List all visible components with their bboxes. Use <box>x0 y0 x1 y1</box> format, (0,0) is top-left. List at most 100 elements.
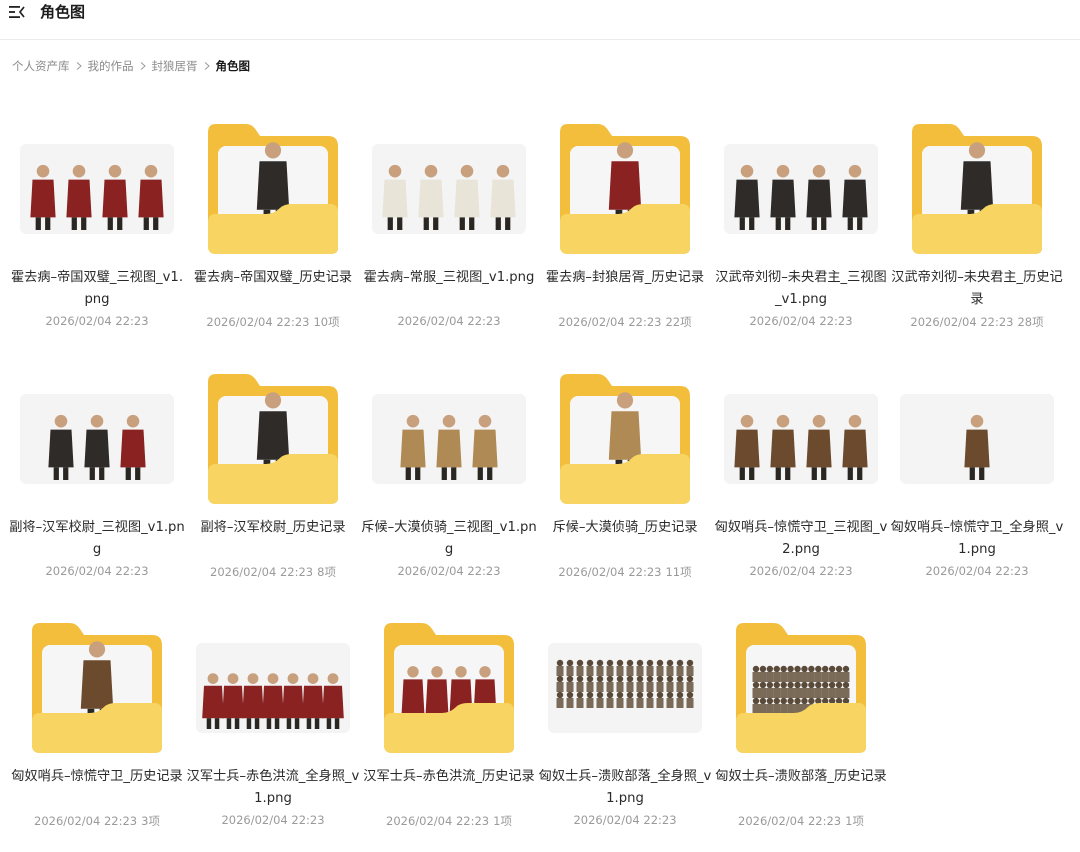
item-date: 2026/02/04 22:23 <box>910 315 1014 329</box>
item-name: 匈奴士兵–溃败部落_历史记录 <box>715 769 887 784</box>
item-date: 2026/02/04 22:23 <box>749 564 853 578</box>
item-meta: 2026/02/04 22:23 8项 <box>185 564 361 580</box>
item-meta: 2026/02/04 22:23 11项 <box>537 564 713 580</box>
item-date: 2026/02/04 22:23 <box>206 315 310 329</box>
item-date: 2026/02/04 22:23 <box>45 314 149 328</box>
item-count: 3项 <box>141 814 160 828</box>
asset-grid: 霍去病–帝国双璧_三视图_v1.png 2026/02/04 22:23 霍去病–帝… <box>0 0 1080 852</box>
item-name: 霍去病–常服_三视图_v1.png <box>363 270 535 285</box>
item-name: 斥候–大漠侦骑_三视图_v1.png <box>361 520 537 557</box>
character-image <box>372 144 526 234</box>
image-thumbnail <box>546 621 704 755</box>
item-date: 2026/02/04 22:23 <box>210 565 314 579</box>
folder-thumbnail <box>546 122 704 256</box>
image-tile[interactable]: 霍去病–常服_三视图_v1.png 2026/02/04 22:23 <box>361 102 537 332</box>
folder-tile[interactable]: 匈奴士兵–溃败部落_历史记录 2026/02/04 22:23 1项 <box>713 601 889 831</box>
image-thumbnail <box>722 122 880 256</box>
item-name: 霍去病–帝国双璧_三视图_v1.png <box>10 270 184 307</box>
item-count: 1项 <box>845 814 864 828</box>
item-date: 2026/02/04 22:23 <box>34 814 138 828</box>
item-date: 2026/02/04 22:23 <box>221 813 325 827</box>
item-name: 汉武帝刘彻–未央君主_历史记录 <box>891 270 1063 307</box>
item-date: 2026/02/04 22:23 <box>558 315 662 329</box>
image-tile[interactable]: 汉武帝刘彻–未央君主_三视图_v1.png 2026/02/04 22:23 <box>713 102 889 332</box>
folder-thumbnail <box>370 621 528 755</box>
folder-thumbnail <box>194 372 352 506</box>
item-count: 28项 <box>1017 315 1044 329</box>
item-date: 2026/02/04 22:23 <box>925 564 1029 578</box>
item-meta: 2026/02/04 22:23 <box>361 564 537 578</box>
folder-icon <box>736 623 866 753</box>
item-date: 2026/02/04 22:23 <box>386 814 490 828</box>
image-thumbnail <box>722 372 880 506</box>
item-name: 匈奴哨兵–惊慌守卫_历史记录 <box>11 769 183 784</box>
item-meta: 2026/02/04 22:23 28项 <box>889 314 1065 330</box>
item-name: 汉军士兵–赤色洪流_全身照_v1.png <box>186 769 360 806</box>
image-tile[interactable]: 霍去病–帝国双璧_三视图_v1.png 2026/02/04 22:23 <box>9 102 185 332</box>
character-image <box>724 144 878 234</box>
item-date: 2026/02/04 22:23 <box>397 564 501 578</box>
item-count: 22项 <box>665 315 692 329</box>
item-name: 匈奴哨兵–惊慌守卫_三视图_v2.png <box>714 520 888 557</box>
image-tile[interactable]: 匈奴哨兵–惊慌守卫_全身照_v1.png 2026/02/04 22:23 <box>889 352 1065 582</box>
folder-tile[interactable]: 匈奴哨兵–惊慌守卫_历史记录 2026/02/04 22:23 3项 <box>9 601 185 831</box>
folder-tile[interactable]: 副将–汉军校尉_历史记录 2026/02/04 22:23 8项 <box>185 352 361 582</box>
item-name: 霍去病–封狼居胥_历史记录 <box>545 270 705 285</box>
folder-thumbnail <box>194 122 352 256</box>
item-meta: 2026/02/04 22:23 3项 <box>9 813 185 829</box>
item-date: 2026/02/04 22:23 <box>397 314 501 328</box>
character-image <box>20 144 174 234</box>
item-meta: 2026/02/04 22:23 <box>9 564 185 578</box>
item-count: 10项 <box>313 315 340 329</box>
image-thumbnail <box>370 122 528 256</box>
item-meta: 2026/02/04 22:23 1项 <box>361 813 537 829</box>
folder-tile[interactable]: 斥候–大漠侦骑_历史记录 2026/02/04 22:23 11项 <box>537 352 713 582</box>
item-meta: 2026/02/04 22:23 <box>713 314 889 328</box>
item-meta: 2026/02/04 22:23 10项 <box>185 314 361 330</box>
item-date: 2026/02/04 22:23 <box>45 564 149 578</box>
item-count: 8项 <box>317 565 336 579</box>
item-name: 汉军士兵–赤色洪流_历史记录 <box>363 769 535 784</box>
item-name: 霍去病–帝国双璧_历史记录 <box>193 270 353 285</box>
folder-icon <box>560 374 690 504</box>
item-name: 副将–汉军校尉_历史记录 <box>200 520 346 535</box>
character-image <box>900 394 1054 484</box>
character-image <box>724 394 878 484</box>
item-name: 斥候–大漠侦骑_历史记录 <box>552 520 698 535</box>
folder-icon <box>912 124 1042 254</box>
item-meta: 2026/02/04 22:23 <box>889 564 1065 578</box>
item-name: 匈奴士兵–溃败部落_全身照_v1.png <box>538 769 712 806</box>
item-meta: 2026/02/04 22:23 1项 <box>713 813 889 829</box>
image-tile[interactable]: 副将–汉军校尉_三视图_v1.png 2026/02/04 22:23 <box>9 352 185 582</box>
item-meta: 2026/02/04 22:23 <box>537 813 713 827</box>
item-name: 副将–汉军校尉_三视图_v1.png <box>9 520 185 557</box>
image-thumbnail <box>370 372 528 506</box>
folder-icon <box>384 623 514 753</box>
folder-icon <box>560 124 690 254</box>
character-image <box>372 394 526 484</box>
image-tile[interactable]: 匈奴哨兵–惊慌守卫_三视图_v2.png 2026/02/04 22:23 <box>713 352 889 582</box>
image-thumbnail <box>18 372 176 506</box>
character-image <box>20 394 174 484</box>
folder-tile[interactable]: 霍去病–帝国双璧_历史记录 2026/02/04 22:23 10项 <box>185 102 361 332</box>
folder-thumbnail <box>18 621 176 755</box>
item-date: 2026/02/04 22:23 <box>573 813 677 827</box>
item-meta: 2026/02/04 22:23 22项 <box>537 314 713 330</box>
image-tile[interactable]: 斥候–大漠侦骑_三视图_v1.png 2026/02/04 22:23 <box>361 352 537 582</box>
folder-tile[interactable]: 霍去病–封狼居胥_历史记录 2026/02/04 22:23 22项 <box>537 102 713 332</box>
character-image <box>196 643 350 733</box>
image-tile[interactable]: 匈奴士兵–溃败部落_全身照_v1.png 2026/02/04 22:23 <box>537 601 713 831</box>
item-meta: 2026/02/04 22:23 <box>185 813 361 827</box>
folder-tile[interactable]: 汉武帝刘彻–未央君主_历史记录 2026/02/04 22:23 28项 <box>889 102 1065 332</box>
folder-tile[interactable]: 汉军士兵–赤色洪流_历史记录 2026/02/04 22:23 1项 <box>361 601 537 831</box>
item-name: 汉武帝刘彻–未央君主_三视图_v1.png <box>715 270 887 307</box>
character-image <box>548 643 702 733</box>
item-date: 2026/02/04 22:23 <box>558 565 662 579</box>
item-count: 1项 <box>493 814 512 828</box>
folder-icon <box>208 374 338 504</box>
folder-icon <box>32 623 162 753</box>
image-thumbnail <box>18 122 176 256</box>
folder-thumbnail <box>546 372 704 506</box>
image-thumbnail <box>194 621 352 755</box>
image-tile[interactable]: 汉军士兵–赤色洪流_全身照_v1.png 2026/02/04 22:23 <box>185 601 361 831</box>
